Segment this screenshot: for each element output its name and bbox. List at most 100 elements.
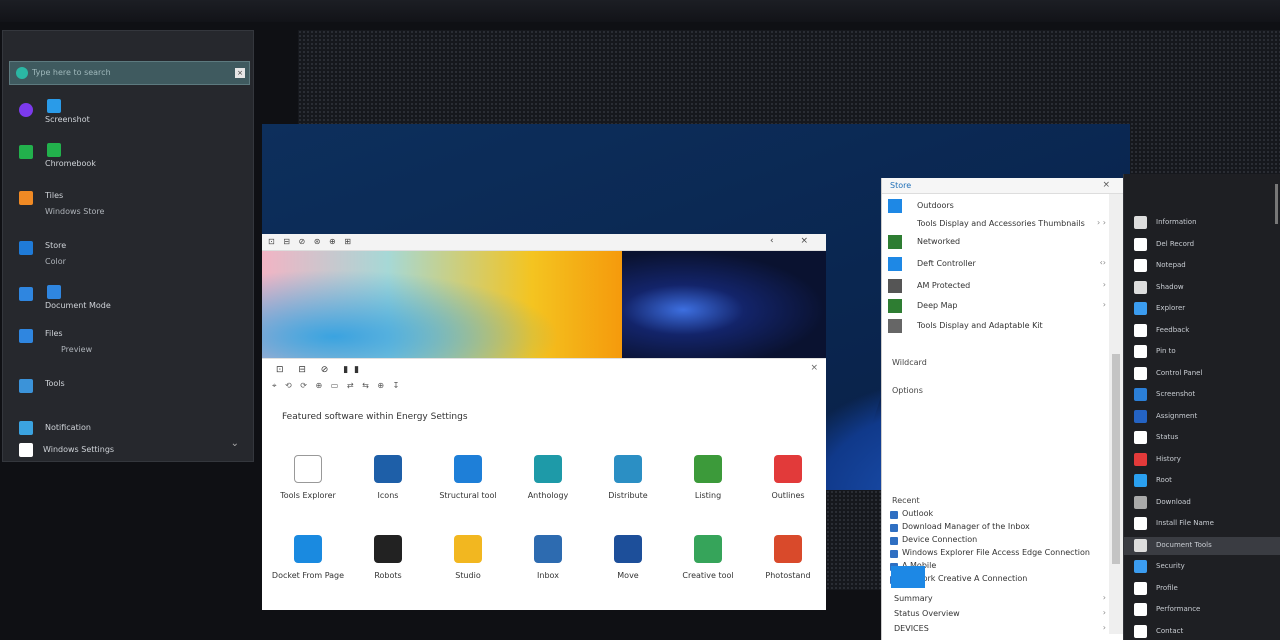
sidebar-item[interactable]: Information bbox=[1134, 214, 1276, 232]
start-item-tools[interactable]: Tools bbox=[3, 377, 253, 405]
sidebar-item-label: Install File Name bbox=[1156, 519, 1214, 527]
close-icon[interactable]: × bbox=[1102, 180, 1110, 190]
sidebar-item[interactable]: History bbox=[1134, 451, 1276, 469]
app-label: Studio bbox=[455, 571, 481, 580]
explorer-row[interactable]: AM Protected › bbox=[882, 276, 1114, 296]
app-tile[interactable]: Inbox bbox=[508, 535, 588, 580]
app-tile[interactable]: Distribute bbox=[588, 455, 668, 500]
sidebar-item[interactable]: Screenshot bbox=[1134, 386, 1276, 404]
app-tile[interactable]: Structural tool bbox=[428, 455, 508, 500]
apps-toolbar-secondary[interactable]: ⌖ ⟲ ⟳ ⊕ ▭ ⇄ ⇆ ⊕ ↧ bbox=[272, 381, 402, 391]
recent-item[interactable]: Windows Explorer File Access Edge Connec… bbox=[890, 548, 1110, 561]
explorer-row[interactable]: Networked bbox=[882, 232, 1114, 252]
explorer-row[interactable]: Tools Display and Accessories Thumbnails… bbox=[882, 214, 1114, 234]
sidebar-item[interactable]: Feedback bbox=[1134, 322, 1276, 340]
explorer-row[interactable]: Outdoors bbox=[882, 196, 1114, 216]
chevron-down-icon[interactable]: ⌄ bbox=[231, 438, 239, 449]
start-item-document-mode[interactable]: Document Mode bbox=[3, 285, 253, 313]
app-icon bbox=[1134, 538, 1147, 552]
sidebar-item[interactable]: Notepad bbox=[1134, 257, 1276, 275]
explorer-row[interactable]: Tools Display and Adaptable Kit bbox=[882, 316, 1114, 336]
explorer-footer-row[interactable]: DEVICES › bbox=[882, 622, 1114, 637]
recent-item[interactable]: Outlook bbox=[890, 509, 1110, 522]
sidebar-item[interactable]: Shadow bbox=[1134, 279, 1276, 297]
app-icon bbox=[1134, 216, 1147, 229]
sidebar-item[interactable]: Install File Name bbox=[1134, 515, 1276, 533]
app-icon bbox=[1134, 581, 1147, 595]
app-tile[interactable]: Creative tool bbox=[668, 535, 748, 580]
sidebar-item[interactable]: Root bbox=[1134, 472, 1276, 490]
app-tile[interactable]: Move bbox=[588, 535, 668, 580]
sidebar-item-label: Assignment bbox=[1156, 411, 1198, 420]
sidebar-item[interactable]: Document Tools bbox=[1124, 536, 1280, 555]
app-icon bbox=[1134, 302, 1147, 315]
scrollbar-thumb[interactable] bbox=[1112, 354, 1120, 564]
explorer-footer-row[interactable]: Status Overview › bbox=[882, 607, 1114, 622]
sidebar-item[interactable]: Pin to bbox=[1134, 343, 1276, 361]
app-tile[interactable]: Docket From Page bbox=[268, 535, 348, 580]
close-icon[interactable]: × bbox=[235, 68, 245, 78]
chevron-right-icon[interactable]: ‹› bbox=[1100, 258, 1106, 267]
app-tile[interactable]: Tools Explorer bbox=[268, 455, 348, 500]
recent-item[interactable]: Download Manager of the Inbox bbox=[890, 522, 1110, 535]
chevron-right-icon[interactable]: › bbox=[1103, 300, 1106, 309]
sidebar-item-label: Screenshot bbox=[1156, 390, 1196, 398]
sidebar-item[interactable]: Explorer bbox=[1134, 300, 1276, 318]
sidebar-item[interactable]: Control Panel bbox=[1134, 365, 1276, 383]
app-tile[interactable]: Outlines bbox=[748, 455, 828, 500]
sidebar-item[interactable]: Download bbox=[1134, 494, 1276, 512]
space-wallpaper-preview[interactable] bbox=[622, 251, 826, 358]
explorer-footer-row[interactable]: Summary › bbox=[882, 592, 1114, 607]
app-tile[interactable]: Robots bbox=[348, 535, 428, 580]
sidebar-item[interactable]: Performance bbox=[1134, 601, 1276, 619]
apps-window: ⊡ ⊟ ⊘ ▮▮ ⌖ ⟲ ⟳ ⊕ ▭ ⇄ ⇆ ⊕ ↧ × Featured so… bbox=[262, 358, 826, 610]
tools-icon bbox=[19, 379, 33, 393]
sidebar-scrollbar[interactable] bbox=[1275, 184, 1278, 224]
close-icon[interactable]: × bbox=[810, 363, 818, 373]
apps-toolbar[interactable]: ⊡ ⊟ ⊘ ▮▮ bbox=[276, 365, 365, 375]
sidebar-item-label: Performance bbox=[1156, 605, 1201, 613]
start-item-chromebook[interactable]: Chromebook bbox=[3, 143, 253, 171]
recent-item[interactable]: Device Connection bbox=[890, 535, 1110, 548]
search-box[interactable]: Type here to search × bbox=[9, 61, 250, 85]
chevron-right-icon[interactable]: › bbox=[1103, 623, 1106, 632]
sidebar-item[interactable]: Status bbox=[1134, 429, 1276, 447]
photos-window-controls[interactable]: ‹ × bbox=[770, 236, 820, 246]
app-tile[interactable]: Listing bbox=[668, 455, 748, 500]
chevron-right-icon[interactable]: › bbox=[1103, 280, 1106, 289]
swirl-icon bbox=[694, 535, 722, 563]
explorer-title: Store bbox=[890, 181, 912, 190]
gradient-wallpaper-preview[interactable] bbox=[262, 251, 622, 358]
app-label: Inbox bbox=[537, 571, 559, 580]
explorer-row[interactable]: Deft Controller ‹› bbox=[882, 254, 1114, 274]
start-item-tiles[interactable]: Tiles Windows Store bbox=[3, 189, 253, 219]
app-tile[interactable]: Anthology bbox=[508, 455, 588, 500]
sidebar-item-label: Download bbox=[1156, 497, 1191, 506]
sidebar-item-label: Feedback bbox=[1156, 325, 1190, 334]
photos-toolbar[interactable]: ⊡ ⊟ ⊘ ⊛ ⊕ ⊞ bbox=[268, 237, 354, 246]
explorer-scrollbar[interactable] bbox=[1109, 194, 1123, 634]
app-tile[interactable]: Studio bbox=[428, 535, 508, 580]
start-item-screenshot[interactable]: Screenshot bbox=[3, 99, 253, 127]
file-icon bbox=[890, 524, 898, 532]
folder-icon bbox=[888, 279, 902, 293]
start-item-files[interactable]: Files Preview bbox=[3, 327, 253, 357]
start-item-notification[interactable]: Notification bbox=[3, 419, 253, 439]
selected-tile[interactable] bbox=[891, 566, 925, 588]
chevron-right-icon[interactable]: › › bbox=[1097, 218, 1106, 227]
explorer-row-label: Networked bbox=[917, 237, 961, 246]
explorer-row[interactable]: Deep Map › bbox=[882, 296, 1114, 316]
start-item-windows-settings[interactable]: Windows Settings bbox=[3, 441, 253, 461]
chevron-right-icon[interactable]: › bbox=[1103, 593, 1106, 602]
sidebar-item[interactable]: Del Record bbox=[1134, 236, 1276, 254]
app-tile[interactable]: Photostand bbox=[748, 535, 828, 580]
sidebar-item[interactable]: Assignment bbox=[1134, 408, 1276, 426]
start-item-store[interactable]: Store Color bbox=[3, 239, 253, 269]
sidebar-item[interactable]: Profile bbox=[1134, 580, 1276, 598]
sidebar-item[interactable]: Security bbox=[1134, 558, 1276, 576]
sidebar-item[interactable]: Contact bbox=[1134, 623, 1276, 640]
start-item-sub: Color bbox=[45, 257, 66, 266]
app-tile[interactable]: Icons bbox=[348, 455, 428, 500]
start-item-label: Chromebook bbox=[45, 159, 96, 168]
chevron-right-icon[interactable]: › bbox=[1103, 608, 1106, 617]
